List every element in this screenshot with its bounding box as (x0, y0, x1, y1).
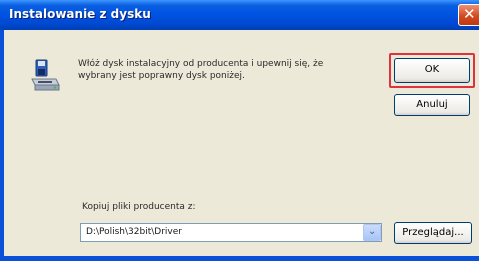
path-dropdown-button[interactable]: ⌄ (363, 224, 381, 241)
window-frame-left (0, 30, 4, 261)
title-bar[interactable]: Instalowanie z dysku ✕ (0, 0, 479, 30)
browse-button[interactable]: Przeglądaj... (394, 222, 472, 244)
floppy-disk-drive-icon (31, 59, 60, 91)
close-button[interactable]: ✕ (458, 4, 479, 26)
cancel-button[interactable]: Anuluj (394, 94, 470, 116)
window-frame-bottom (0, 256, 479, 261)
manufacturer-path-value[interactable]: D:\Polish\32bit\Driver (86, 227, 182, 237)
chevron-down-icon: ⌄ (368, 226, 377, 237)
copy-from-label: Kopiuj pliki producenta z: (82, 202, 196, 212)
instruction-line-2: wybrany jest poprawny dysk poniżej. (78, 71, 245, 81)
close-icon: ✕ (463, 5, 476, 23)
window-title: Instalowanie z dysku (9, 7, 151, 21)
manufacturer-path-combobox[interactable]: D:\Polish\32bit\Driver (80, 223, 382, 242)
instruction-line-1: Włóż dysk instalacyjny od producenta i u… (78, 59, 324, 69)
install-from-disk-dialog: Instalowanie z dysku ✕ Włóż dysk instala… (0, 0, 479, 261)
instruction-text: Włóż dysk instalacyjny od producenta i u… (78, 58, 378, 82)
ok-button[interactable]: OK (394, 58, 470, 83)
